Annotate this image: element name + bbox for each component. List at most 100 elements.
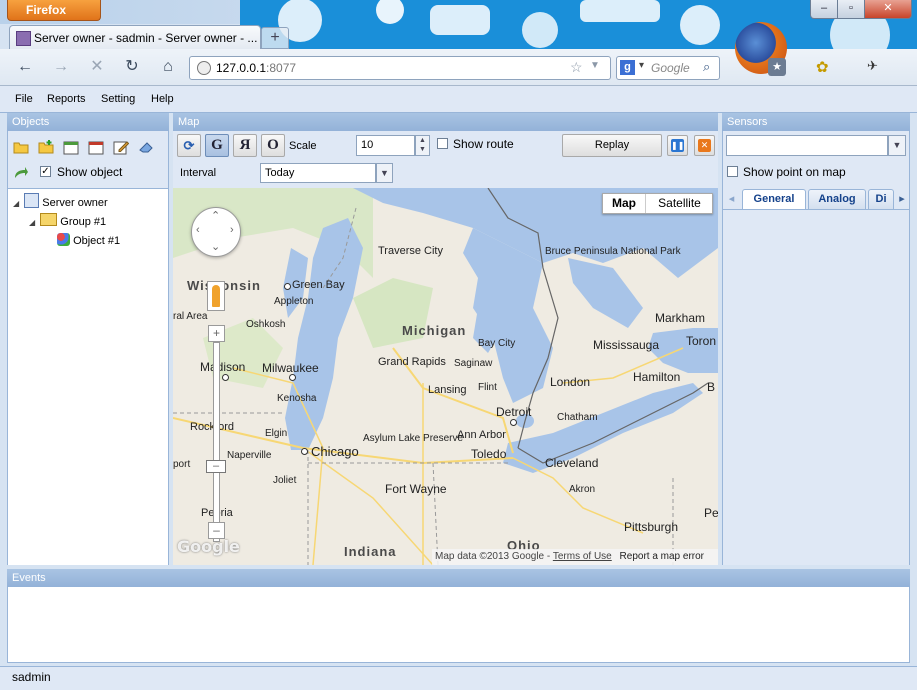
menu-file[interactable]: File	[15, 93, 33, 105]
bookmark-star-icon[interactable]: ☆	[570, 59, 583, 76]
map-dot	[284, 283, 291, 290]
sensor-select[interactable]	[726, 135, 888, 156]
addon-gear-icon[interactable]: ✿	[816, 58, 834, 76]
stop-icon[interactable]: ✕	[86, 57, 108, 77]
interval-label: Interval	[180, 167, 216, 179]
pan-right-icon[interactable]: ›	[230, 224, 234, 236]
tab-analog[interactable]: Analog	[808, 189, 866, 209]
pan-control[interactable]: ⌃ ⌄ ‹ ›	[191, 207, 241, 257]
map-label-toronto: Toron	[686, 334, 716, 348]
eraser-icon[interactable]	[138, 139, 154, 155]
replay-button[interactable]: Replay	[562, 134, 662, 157]
menu-reports[interactable]: Reports	[47, 93, 86, 105]
map-dot	[289, 374, 296, 381]
open-folder-icon[interactable]	[13, 139, 29, 155]
tree-item-server-owner[interactable]: ◢ Server owner	[13, 193, 108, 209]
map-label-toledo: Toledo	[471, 447, 506, 461]
calendar-add-icon[interactable]	[63, 139, 79, 155]
track-button[interactable]: ⟳	[177, 134, 201, 157]
url-bar[interactable]: 127.0.0.1:8077 ☆ ▼	[189, 56, 611, 80]
terms-of-use-link[interactable]: Terms of Use	[553, 551, 612, 562]
minimize-icon[interactable]: –	[810, 0, 838, 19]
tab-general[interactable]: General	[742, 189, 806, 209]
tabs-scroll-left-icon[interactable]: ◂	[723, 189, 740, 209]
zoom-slider-handle[interactable]: –	[206, 460, 226, 473]
yandex-provider-button[interactable]: Я	[233, 134, 257, 157]
map-dot	[510, 419, 517, 426]
map-label-bruce-peninsula: Bruce Peninsula National Park	[545, 246, 613, 258]
search-bar[interactable]: g ▾ Google ⌕	[616, 56, 720, 80]
back-icon[interactable]: ←	[14, 57, 36, 77]
globe-icon	[197, 61, 211, 75]
show-route-checkbox[interactable]	[437, 138, 448, 149]
sensor-dropdown-icon[interactable]: ▼	[888, 135, 906, 156]
bookmarks-icon[interactable]: ★	[768, 58, 786, 76]
google-logo[interactable]: Google	[177, 537, 240, 556]
map-label-rural-area: ral Area	[173, 311, 207, 322]
pause-button[interactable]: ❚❚	[667, 135, 688, 156]
map-panel-header: Map	[173, 113, 718, 131]
forward-icon[interactable]: →	[50, 57, 72, 77]
report-map-error-link[interactable]: Report a map error	[620, 551, 704, 562]
tree-item-group-1[interactable]: ◢ Group #1	[29, 213, 106, 228]
interval-dropdown-icon[interactable]: ▼	[376, 163, 393, 183]
tree-label: Object #1	[73, 235, 120, 247]
tabs-scroll-right-icon[interactable]: ▸	[895, 189, 909, 209]
map-label-pe-edge: Pe	[704, 506, 718, 520]
map-label-flint: Flint	[478, 382, 497, 393]
search-input[interactable]: Google	[651, 61, 690, 75]
firefox-menu-button[interactable]: Firefox	[7, 0, 101, 21]
map-label-lansing: Lansing	[428, 384, 467, 396]
map-label-detroit: Detroit	[496, 405, 531, 419]
google-provider-button[interactable]: G	[205, 134, 229, 157]
tree-label: Server owner	[42, 197, 107, 209]
pan-down-icon[interactable]: ⌄	[211, 240, 220, 253]
addon-fly-icon[interactable]: ✈	[867, 58, 885, 76]
menu-help[interactable]: Help	[151, 93, 174, 105]
tree-label: Group #1	[60, 216, 106, 228]
pan-up-icon[interactable]: ⌃	[211, 209, 220, 222]
show-point-checkbox[interactable]	[727, 166, 738, 177]
reload-icon[interactable]: ↻	[121, 57, 143, 77]
calendar-remove-icon[interactable]	[88, 139, 104, 155]
map-label-madison: Madison	[200, 360, 245, 374]
stop-button[interactable]: ✕	[694, 135, 715, 156]
zoom-in-button[interactable]: +	[208, 325, 225, 342]
street-view-pegman[interactable]	[207, 281, 225, 311]
search-icon[interactable]: ⌕	[703, 59, 710, 75]
home-icon[interactable]: ⌂	[157, 57, 179, 77]
map-canvas[interactable]: Wisconsin Michigan Indiana Ohio Traverse…	[173, 188, 718, 565]
add-folder-icon[interactable]	[38, 139, 54, 155]
url-dropdown-icon[interactable]: ▼	[590, 60, 600, 71]
tab-digital[interactable]: Di	[868, 189, 894, 209]
pan-left-icon[interactable]: ‹	[196, 224, 200, 236]
show-point-label: Show point on map	[743, 165, 846, 179]
new-tab-button[interactable]: +	[261, 27, 289, 49]
map-label-naperville: Naperville	[227, 450, 271, 461]
zoom-slider-track[interactable]	[213, 342, 220, 542]
scale-spinner[interactable]: ▲▼	[415, 135, 430, 156]
osm-provider-button[interactable]: O	[261, 134, 285, 157]
map-label-kenosha: Kenosha	[277, 393, 316, 404]
map-label-ann-arbor: Ann Arbor	[457, 429, 506, 441]
map-label-indiana: Indiana	[344, 544, 397, 559]
map-type-map-button[interactable]: Map	[603, 194, 645, 213]
refresh-arrow-icon[interactable]	[13, 166, 29, 180]
browser-tab[interactable]: Server owner - sadmin - Server owner - .…	[9, 25, 261, 50]
show-object-checkbox[interactable]: ✓	[40, 166, 51, 177]
tree-item-object-1[interactable]: Object #1	[57, 233, 120, 247]
map-dot	[222, 374, 229, 381]
interval-select[interactable]: Today	[260, 163, 376, 183]
close-icon[interactable]: ✕	[864, 0, 912, 19]
scale-input[interactable]: 10	[356, 135, 415, 156]
menu-setting[interactable]: Setting	[101, 93, 135, 105]
map-label-asylum-lake: Asylum Lake Preserve	[363, 433, 423, 445]
map-label-bu-edge: B	[707, 380, 715, 394]
events-panel-header: Events	[7, 569, 910, 587]
map-label-milwaukee: Milwaukee	[262, 361, 319, 375]
map-attribution: Map data ©2013 Google -	[435, 551, 550, 562]
pegman-icon	[212, 285, 220, 307]
map-type-satellite-button[interactable]: Satellite	[645, 194, 713, 213]
edit-icon[interactable]	[113, 139, 129, 155]
maximize-icon[interactable]: ▫	[837, 0, 865, 19]
